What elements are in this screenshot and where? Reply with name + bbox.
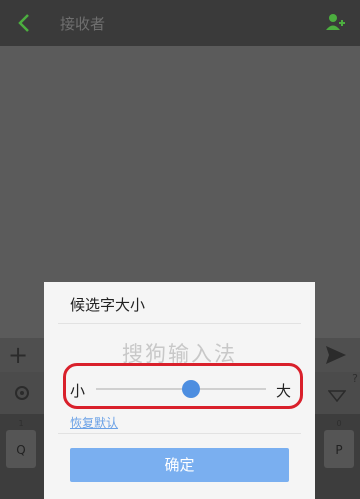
- side-hint: ?: [352, 372, 358, 385]
- page-title: 接收者: [60, 15, 106, 33]
- gear-icon[interactable]: [12, 383, 32, 403]
- reset-default-link[interactable]: 恢复默认: [70, 414, 118, 431]
- key-p-label: P: [335, 443, 343, 457]
- size-slider-track[interactable]: [96, 388, 266, 390]
- top-bar: 接收者: [0, 0, 360, 46]
- key-q[interactable]: 1 Q: [6, 419, 36, 468]
- key-p[interactable]: 0 P: [324, 419, 354, 468]
- key-q-hint: 1: [18, 419, 24, 428]
- slider-max-label: 大: [276, 382, 292, 400]
- collapse-keyboard-icon[interactable]: [327, 387, 347, 403]
- confirm-button[interactable]: 确定: [70, 448, 289, 482]
- divider: [58, 323, 301, 324]
- slider-min-label: 小: [70, 382, 86, 400]
- divider: [58, 433, 301, 434]
- plus-icon[interactable]: +: [8, 340, 28, 370]
- back-arrow-icon[interactable]: [14, 9, 38, 37]
- candidate-size-dialog: 候选字大小 搜狗输入法 小 大 恢复默认 确定: [44, 282, 315, 499]
- dialog-title: 候选字大小: [70, 296, 146, 314]
- key-q-label: Q: [16, 443, 26, 457]
- send-icon[interactable]: [324, 344, 348, 366]
- key-p-hint: 0: [336, 419, 342, 428]
- add-user-icon[interactable]: [324, 11, 346, 33]
